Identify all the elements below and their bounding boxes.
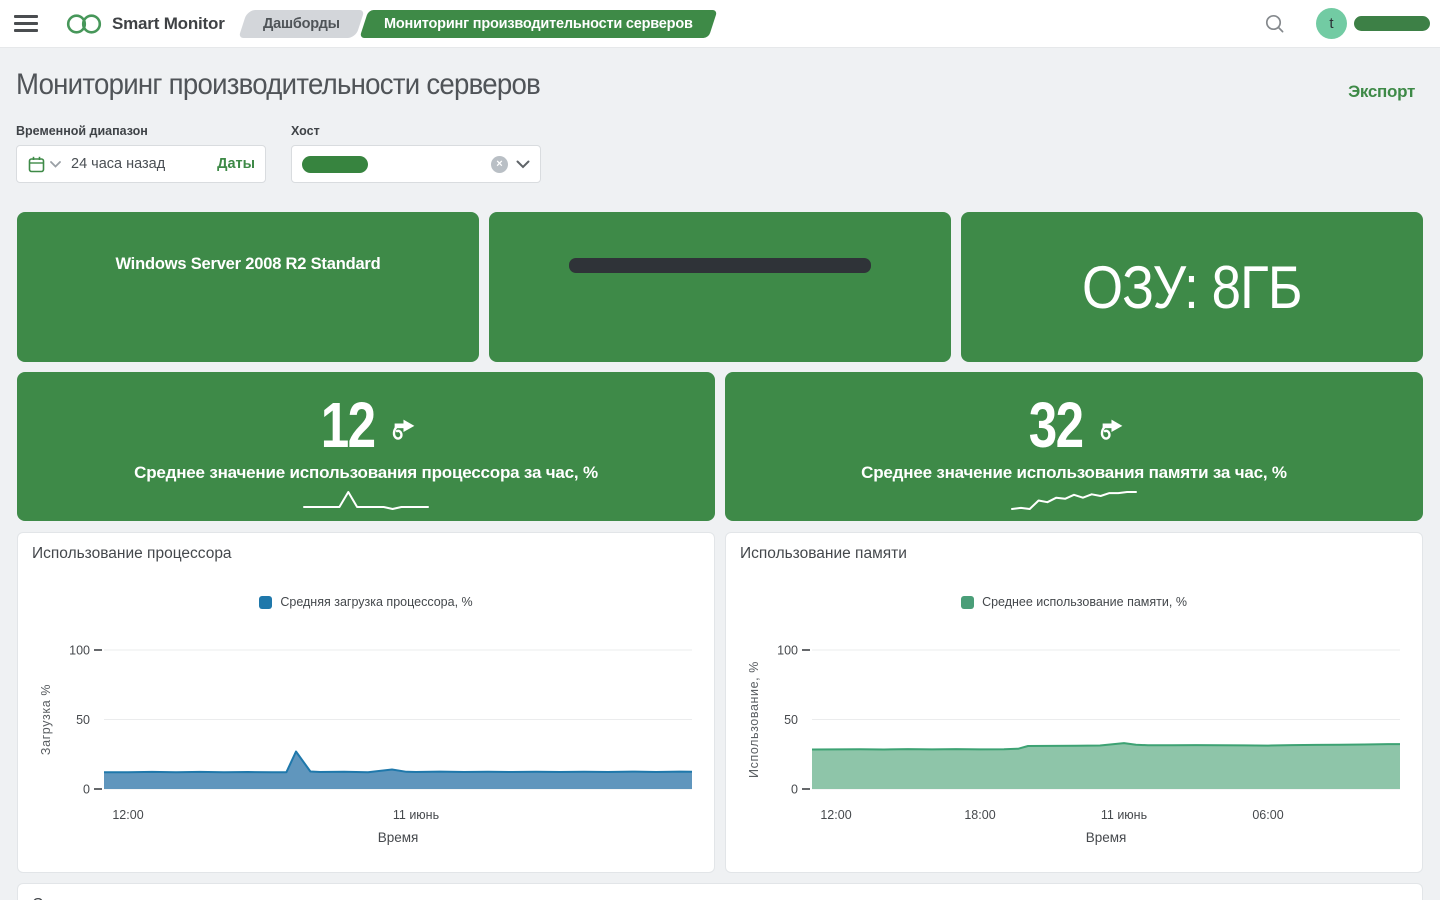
cpu-kpi-caption: Среднее значение использования процессор… <box>134 463 598 483</box>
ram-value: ОЗУ: 8ГБ <box>1082 253 1302 322</box>
trend-steady-arrow-icon <box>391 417 418 444</box>
time-range-label: Временной диапазон <box>16 124 266 138</box>
svg-text:100: 100 <box>69 644 90 658</box>
trend-steady-arrow-icon <box>1099 417 1126 444</box>
cpu-usage-panel: Использование процессора Средняя загрузк… <box>17 532 715 873</box>
svg-text:18:00: 18:00 <box>964 808 995 822</box>
svg-text:Использование, %: Использование, % <box>747 661 761 778</box>
os-name: Windows Server 2008 R2 Standard <box>115 255 380 274</box>
host-label: Хост <box>291 124 541 138</box>
cpu-sparkline <box>302 488 430 512</box>
network-load-panel: Средняя сетевая загрузка <box>17 883 1423 900</box>
dates-button[interactable]: Даты <box>217 156 255 172</box>
host-filter: Хост × <box>291 124 541 183</box>
clear-icon[interactable]: × <box>491 156 508 173</box>
os-stat-card: Windows Server 2008 R2 Standard <box>17 212 479 362</box>
svg-text:11 июнь: 11 июнь <box>393 808 439 822</box>
topbar-right: t <box>1264 8 1432 39</box>
time-range-value[interactable]: 24 часа назад <box>71 156 217 172</box>
memory-chart-legend[interactable]: Среднее использование памяти, % <box>740 594 1408 610</box>
hostname-stat-card <box>489 212 951 362</box>
cpu-kpi-value: 12 <box>321 392 375 458</box>
cpu-usage-chart[interactable]: 0 50 100 Загрузка % 12:00 11 июнь Время <box>32 634 699 849</box>
calendar-icon[interactable] <box>27 155 46 174</box>
breadcrumb-current-dashboard[interactable]: Мониторинг производительности серверов <box>360 10 718 38</box>
memory-kpi-caption: Среднее значение использования памяти за… <box>861 463 1287 483</box>
svg-text:06:00: 06:00 <box>1252 808 1283 822</box>
breadcrumb: Дашборды Мониторинг производительности с… <box>243 10 713 38</box>
memory-sparkline <box>1010 488 1138 512</box>
time-range-picker[interactable]: 24 часа назад Даты <box>16 145 266 183</box>
hamburger-icon[interactable] <box>14 15 38 32</box>
app-name: Smart Monitor <box>112 14 225 34</box>
hostname-redacted <box>569 258 871 273</box>
svg-text:12:00: 12:00 <box>112 808 143 822</box>
legend-swatch <box>961 596 974 609</box>
username-redacted[interactable] <box>1354 16 1430 31</box>
cpu-kpi-card: 12 Среднее значение использования процес… <box>17 372 715 521</box>
svg-text:0: 0 <box>83 783 90 797</box>
svg-text:50: 50 <box>76 713 90 727</box>
page-title: Мониторинг производительности серверов <box>16 68 540 102</box>
network-panel-title: Средняя сетевая загрузка <box>32 896 1408 900</box>
filters-row: Временной диапазон 24 часа назад Даты Хо… <box>16 124 1424 183</box>
memory-kpi-card: 32 Среднее значение использования памяти… <box>725 372 1423 521</box>
chevron-down-icon[interactable] <box>50 161 61 168</box>
legend-label: Средняя загрузка процессора, % <box>280 595 472 609</box>
search-icon[interactable] <box>1264 13 1286 35</box>
top-bar: Smart Monitor Дашборды Мониторинг произв… <box>0 0 1440 48</box>
infinity-logo <box>64 10 104 38</box>
svg-text:Время: Время <box>378 830 419 845</box>
svg-text:0: 0 <box>791 783 798 797</box>
breadcrumb-dashboards[interactable]: Дашборды <box>238 10 364 38</box>
svg-text:Время: Время <box>1086 830 1127 845</box>
host-value-redacted <box>302 156 368 173</box>
time-range-filter: Временной диапазон 24 часа назад Даты <box>16 124 266 183</box>
cpu-chart-legend[interactable]: Средняя загрузка процессора, % <box>32 594 700 610</box>
memory-chart-title: Использование памяти <box>740 545 1408 563</box>
svg-text:100: 100 <box>777 644 798 658</box>
svg-text:11 июнь: 11 июнь <box>1101 808 1147 822</box>
memory-kpi-value: 32 <box>1029 392 1083 458</box>
avatar[interactable]: t <box>1316 8 1347 39</box>
svg-text:12:00: 12:00 <box>820 808 851 822</box>
memory-usage-panel: Использование памяти Среднее использован… <box>725 532 1423 873</box>
host-select[interactable]: × <box>291 145 541 183</box>
cpu-chart-title: Использование процессора <box>32 545 700 563</box>
legend-label: Среднее использование памяти, % <box>982 595 1187 609</box>
memory-usage-chart[interactable]: 0 50 100 Использование, % 12:00 18:00 11 июнь 0… <box>740 634 1407 849</box>
svg-text:Загрузка %: Загрузка % <box>39 684 53 755</box>
svg-text:50: 50 <box>784 713 798 727</box>
chevron-down-icon[interactable] <box>516 160 530 169</box>
legend-swatch <box>259 596 272 609</box>
export-button[interactable]: Экспорт <box>1348 82 1415 102</box>
ram-stat-card: ОЗУ: 8ГБ <box>961 212 1423 362</box>
